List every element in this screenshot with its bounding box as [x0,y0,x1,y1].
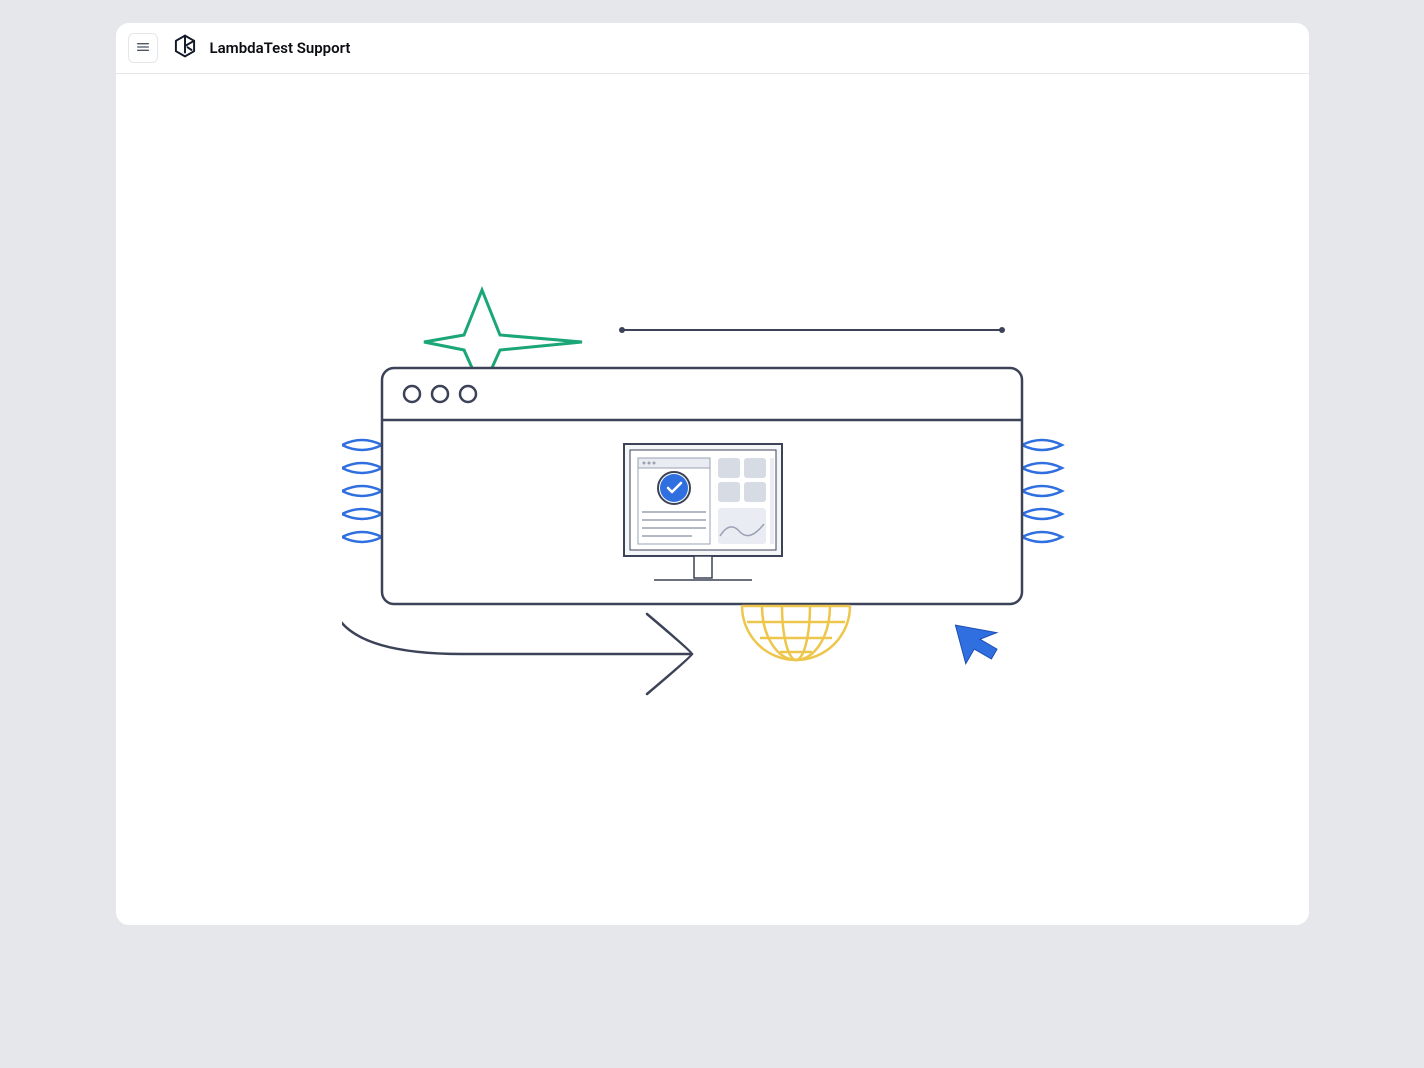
horizontal-line-decoration [619,327,1005,333]
spring-left-icon [342,440,382,542]
lambdatest-logo-icon [172,33,198,63]
spring-right-icon [1022,440,1062,542]
brand: LambdaTest Support [172,33,351,63]
titlebar: LambdaTest Support [116,23,1309,74]
cursor-icon [955,615,1003,665]
globe-icon [742,606,850,660]
arrow-icon [342,614,692,694]
hamburger-icon [135,39,151,58]
content-area [116,74,1309,925]
page-title: LambdaTest Support [210,39,351,57]
app-window: LambdaTest Support [115,22,1310,926]
hero-illustration [342,280,1082,720]
menu-button[interactable] [128,33,158,63]
